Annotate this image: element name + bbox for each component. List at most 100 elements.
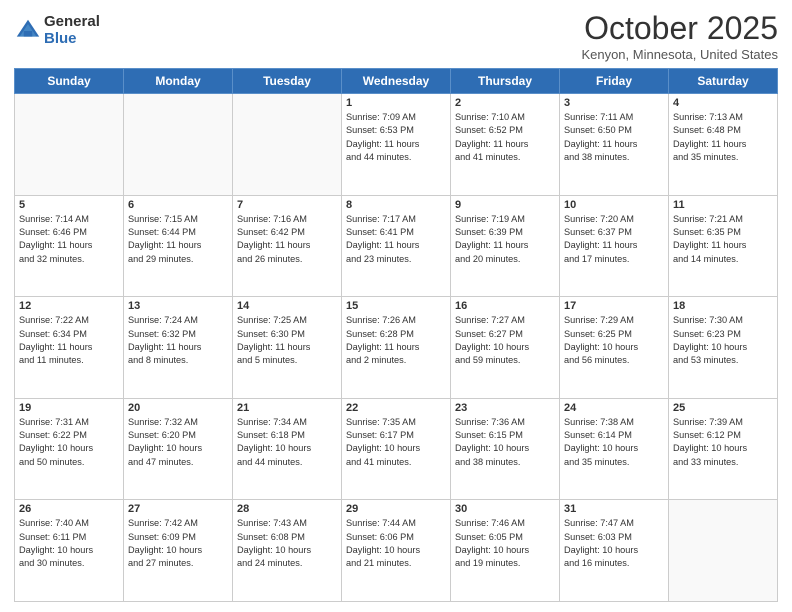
calendar-table: Sunday Monday Tuesday Wednesday Thursday… — [14, 68, 778, 602]
calendar-cell: 31Sunrise: 7:47 AM Sunset: 6:03 PM Dayli… — [560, 500, 669, 602]
day-number: 18 — [673, 300, 773, 312]
calendar-cell — [669, 500, 778, 602]
calendar-week-1: 1Sunrise: 7:09 AM Sunset: 6:53 PM Daylig… — [15, 94, 778, 196]
calendar-cell: 30Sunrise: 7:46 AM Sunset: 6:05 PM Dayli… — [451, 500, 560, 602]
calendar-cell: 9Sunrise: 7:19 AM Sunset: 6:39 PM Daylig… — [451, 195, 560, 297]
day-info: Sunrise: 7:11 AM Sunset: 6:50 PM Dayligh… — [564, 111, 664, 164]
day-info: Sunrise: 7:31 AM Sunset: 6:22 PM Dayligh… — [19, 416, 119, 469]
calendar-cell: 26 Sunrise: 7:40 AM Sunset: 6:11 PM Dayli… — [15, 500, 124, 602]
calendar-cell: 2 Sunrise: 7:10 AM Sunset: 6:52 PM Daylig… — [451, 94, 560, 196]
calendar-cell: 16Sunrise: 7:27 AM Sunset: 6:27 PM Dayli… — [451, 297, 560, 399]
header-saturday: Saturday — [669, 69, 778, 94]
calendar-cell: 29 Sunrise: 7:44 AM Sunset: 6:06 PM Dayli… — [342, 500, 451, 602]
calendar-cell: 4Sunrise: 7:13 AM Sunset: 6:48 PM Daylig… — [669, 94, 778, 196]
day-number: 29 — [346, 503, 446, 515]
day-number: 9 — [455, 199, 555, 211]
day-info: Sunrise: 7:40 AM Sunset: 6:11 PM Dayligh… — [19, 517, 119, 570]
day-info: Sunrise: 7:16 AM Sunset: 6:42 PM Dayligh… — [237, 213, 337, 266]
calendar-cell: 22 Sunrise: 7:35 AM Sunset: 6:17 PM Dayli… — [342, 398, 451, 500]
day-number: 8 — [346, 199, 446, 211]
day-info: Sunrise: 7:22 AM Sunset: 6:34 PM Dayligh… — [19, 314, 119, 367]
day-info: Sunrise: 7:38 AM Sunset: 6:14 PM Dayligh… — [564, 416, 664, 469]
logo-text: General Blue — [44, 14, 100, 47]
calendar-cell: 15Sunrise: 7:26 AM Sunset: 6:28 PM Dayli… — [342, 297, 451, 399]
day-number: 25 — [673, 402, 773, 414]
logo-icon — [14, 17, 42, 45]
day-info: Sunrise: 7:13 AM Sunset: 6:48 PM Dayligh… — [673, 111, 773, 164]
title-section: October 2025 Kenyon, Minnesota, United S… — [581, 10, 778, 62]
header-sunday: Sunday — [15, 69, 124, 94]
calendar-cell — [233, 94, 342, 196]
calendar-cell: 21 Sunrise: 7:34 AM Sunset: 6:18 PM Dayli… — [233, 398, 342, 500]
weekday-header-row: Sunday Monday Tuesday Wednesday Thursday… — [15, 69, 778, 94]
day-number: 10 — [564, 199, 664, 211]
day-number: 13 — [128, 300, 228, 312]
header-wednesday: Wednesday — [342, 69, 451, 94]
calendar-cell: 28Sunrise: 7:43 AM Sunset: 6:08 PM Dayli… — [233, 500, 342, 602]
day-number: 27 — [128, 503, 228, 515]
day-number: 2 — [455, 97, 555, 109]
day-number: 21 — [237, 402, 337, 414]
logo-general-text: General — [44, 14, 100, 31]
calendar-cell: 20Sunrise: 7:32 AM Sunset: 6:20 PM Dayli… — [124, 398, 233, 500]
day-info: Sunrise: 7:10 AM Sunset: 6:52 PM Dayligh… — [455, 111, 555, 164]
calendar-cell: 17 Sunrise: 7:29 AM Sunset: 6:25 PM Dayli… — [560, 297, 669, 399]
header: General Blue October 2025 Kenyon, Minnes… — [14, 10, 778, 62]
day-number: 1 — [346, 97, 446, 109]
calendar-cell: 14Sunrise: 7:25 AM Sunset: 6:30 PM Dayli… — [233, 297, 342, 399]
location-text: Kenyon, Minnesota, United States — [581, 47, 778, 62]
calendar-cell: 3 Sunrise: 7:11 AM Sunset: 6:50 PM Daylig… — [560, 94, 669, 196]
day-number: 3 — [564, 97, 664, 109]
calendar-week-2: 5 Sunrise: 7:14 AM Sunset: 6:46 PM Daylig… — [15, 195, 778, 297]
day-number: 5 — [19, 199, 119, 211]
calendar-cell: 1Sunrise: 7:09 AM Sunset: 6:53 PM Daylig… — [342, 94, 451, 196]
page: General Blue October 2025 Kenyon, Minnes… — [0, 0, 792, 612]
day-info: Sunrise: 7:17 AM Sunset: 6:41 PM Dayligh… — [346, 213, 446, 266]
day-number: 28 — [237, 503, 337, 515]
header-thursday: Thursday — [451, 69, 560, 94]
day-info: Sunrise: 7:29 AM Sunset: 6:25 PM Dayligh… — [564, 314, 664, 367]
day-number: 24 — [564, 402, 664, 414]
logo: General Blue — [14, 14, 100, 47]
calendar-cell: 23 Sunrise: 7:36 AM Sunset: 6:15 PM Dayli… — [451, 398, 560, 500]
day-number: 6 — [128, 199, 228, 211]
day-number: 22 — [346, 402, 446, 414]
day-info: Sunrise: 7:32 AM Sunset: 6:20 PM Dayligh… — [128, 416, 228, 469]
day-info: Sunrise: 7:21 AM Sunset: 6:35 PM Dayligh… — [673, 213, 773, 266]
calendar-cell: 6 Sunrise: 7:15 AM Sunset: 6:44 PM Daylig… — [124, 195, 233, 297]
day-info: Sunrise: 7:35 AM Sunset: 6:17 PM Dayligh… — [346, 416, 446, 469]
day-info: Sunrise: 7:15 AM Sunset: 6:44 PM Dayligh… — [128, 213, 228, 266]
calendar-cell: 7 Sunrise: 7:16 AM Sunset: 6:42 PM Daylig… — [233, 195, 342, 297]
day-info: Sunrise: 7:42 AM Sunset: 6:09 PM Dayligh… — [128, 517, 228, 570]
calendar-cell — [124, 94, 233, 196]
day-info: Sunrise: 7:44 AM Sunset: 6:06 PM Dayligh… — [346, 517, 446, 570]
day-number: 12 — [19, 300, 119, 312]
logo-blue-text: Blue — [44, 31, 100, 48]
calendar-cell: 27 Sunrise: 7:42 AM Sunset: 6:09 PM Dayli… — [124, 500, 233, 602]
day-info: Sunrise: 7:20 AM Sunset: 6:37 PM Dayligh… — [564, 213, 664, 266]
day-number: 17 — [564, 300, 664, 312]
day-number: 23 — [455, 402, 555, 414]
calendar-cell: 18 Sunrise: 7:30 AM Sunset: 6:23 PM Dayli… — [669, 297, 778, 399]
day-number: 7 — [237, 199, 337, 211]
calendar-cell: 10 Sunrise: 7:20 AM Sunset: 6:37 PM Dayli… — [560, 195, 669, 297]
day-info: Sunrise: 7:30 AM Sunset: 6:23 PM Dayligh… — [673, 314, 773, 367]
day-number: 15 — [346, 300, 446, 312]
calendar-cell: 13Sunrise: 7:24 AM Sunset: 6:32 PM Dayli… — [124, 297, 233, 399]
calendar-cell: 8 Sunrise: 7:17 AM Sunset: 6:41 PM Daylig… — [342, 195, 451, 297]
day-number: 30 — [455, 503, 555, 515]
day-info: Sunrise: 7:47 AM Sunset: 6:03 PM Dayligh… — [564, 517, 664, 570]
day-info: Sunrise: 7:39 AM Sunset: 6:12 PM Dayligh… — [673, 416, 773, 469]
day-info: Sunrise: 7:34 AM Sunset: 6:18 PM Dayligh… — [237, 416, 337, 469]
day-number: 26 — [19, 503, 119, 515]
calendar-cell: 19 Sunrise: 7:31 AM Sunset: 6:22 PM Dayli… — [15, 398, 124, 500]
calendar-week-5: 26 Sunrise: 7:40 AM Sunset: 6:11 PM Dayli… — [15, 500, 778, 602]
day-number: 19 — [19, 402, 119, 414]
day-info: Sunrise: 7:27 AM Sunset: 6:27 PM Dayligh… — [455, 314, 555, 367]
header-monday: Monday — [124, 69, 233, 94]
month-title: October 2025 — [581, 10, 778, 47]
day-number: 14 — [237, 300, 337, 312]
day-info: Sunrise: 7:14 AM Sunset: 6:46 PM Dayligh… — [19, 213, 119, 266]
day-info: Sunrise: 7:36 AM Sunset: 6:15 PM Dayligh… — [455, 416, 555, 469]
calendar-cell: 5 Sunrise: 7:14 AM Sunset: 6:46 PM Daylig… — [15, 195, 124, 297]
